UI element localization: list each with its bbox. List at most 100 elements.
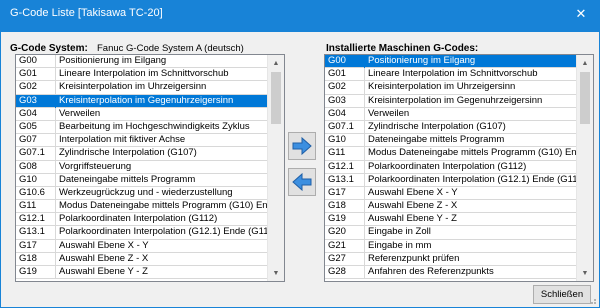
description-cell: Modus Dateneingabe mittels Programm (G10… <box>368 147 588 159</box>
list-item[interactable]: G00 Positionierung im Eilgang <box>16 55 269 69</box>
gcode-cell: G04 <box>327 107 365 121</box>
list-item[interactable]: G19 Auswahl Ebene Y - Z <box>325 213 578 227</box>
gcode-cell: G00 <box>327 55 365 68</box>
description-cell: Vorgriffsteuerung <box>59 160 132 172</box>
gcode-cell: G04 <box>18 107 56 121</box>
gcode-cell: G12.1 <box>327 160 365 174</box>
gcode-cell: G28 <box>327 266 365 279</box>
list-item[interactable]: G10 Dateneingabe mittels Programm <box>16 173 269 187</box>
description-cell: Kreisinterpolation im Gegenuhrzeigersinn <box>59 94 234 106</box>
window-title: G-Code Liste [Takisawa TC-20] <box>10 7 163 19</box>
list-item[interactable]: G01 Lineare Interpolation im Schnittvorsc… <box>325 68 578 82</box>
list-item[interactable]: G13.1 Polarkoordinaten Interpolation (G12… <box>325 173 586 187</box>
gcode-cell: G17 <box>18 239 56 253</box>
list-item[interactable]: G11 Modus Dateneingabe mittels Programm (… <box>325 147 587 161</box>
gcode-cell: G02 <box>327 81 365 95</box>
scroll-thumb[interactable] <box>271 72 281 124</box>
list-item[interactable]: G27 Referenzpunkt prüfen <box>325 252 578 266</box>
description-cell: Positionierung im Eilgang <box>59 55 167 66</box>
list-item[interactable]: G21 Eingabe in mm <box>325 239 578 253</box>
list-item[interactable]: G20 Eingabe in Zoll <box>325 226 578 240</box>
gcode-cell: G19 <box>18 266 56 279</box>
gcode-cell: G01 <box>327 68 365 82</box>
list-item[interactable]: G28 Anfahren des Referenzpunkts <box>325 266 578 280</box>
description-cell: Auswahl Ebene Y - Z <box>59 266 148 277</box>
gcode-cell: G20 <box>327 226 365 240</box>
scroll-up-icon[interactable]: ▲ <box>577 55 593 71</box>
description-cell: Polarkoordinaten Interpolation (G12.1) E… <box>368 173 586 185</box>
description-cell: Auswahl Ebene X - Y <box>368 186 458 198</box>
list-item[interactable]: G17 Auswahl Ebene X - Y <box>325 186 578 201</box>
list-item[interactable]: G13.1 Polarkoordinaten Interpolation (G12… <box>16 226 277 240</box>
list-item[interactable]: G07 Interpolation mit fiktiver Achse <box>16 134 269 148</box>
list-item[interactable]: G07.1 Zylindrische Interpolation (G107) <box>16 147 269 161</box>
list-item[interactable]: G05 Bearbeitung im Hochgeschwindigkeits Z… <box>16 120 269 135</box>
description-cell: Eingabe in mm <box>368 239 432 251</box>
scroll-down-icon[interactable]: ▼ <box>577 265 593 281</box>
left-list-scrollbar[interactable]: ▲ ▼ <box>267 55 284 281</box>
list-item[interactable]: G18 Auswahl Ebene Z - X <box>16 252 269 266</box>
list-item[interactable]: G11 Modus Dateneingabe mittels Programm (… <box>16 200 278 214</box>
description-cell: Kreisinterpolation im Uhrzeigersinn <box>368 81 516 93</box>
close-button[interactable]: Schließen <box>533 285 591 304</box>
gcode-cell: G02 <box>18 81 56 95</box>
description-cell: Bearbeitung im Hochgeschwindigkeits Zykl… <box>59 120 250 132</box>
list-item[interactable]: G19 Auswahl Ebene Y - Z <box>16 266 269 280</box>
description-cell: Polarkoordinaten Interpolation (G112) <box>59 213 218 225</box>
description-cell: Dateneingabe mittels Programm <box>59 173 196 185</box>
description-cell: Auswahl Ebene X - Y <box>59 239 149 251</box>
description-cell: Referenzpunkt prüfen <box>368 252 460 264</box>
right-list-scrollbar[interactable]: ▲ ▼ <box>576 55 593 281</box>
gcode-cell: G13.1 <box>327 173 365 187</box>
description-cell: Eingabe in Zoll <box>368 226 431 238</box>
description-cell: Positionierung im Eilgang <box>368 55 476 66</box>
description-cell: Interpolation mit fiktiver Achse <box>59 134 186 146</box>
gcode-cell: G18 <box>327 200 365 214</box>
add-gcode-button[interactable] <box>288 132 316 160</box>
close-window-button[interactable]: ✕ <box>563 1 599 26</box>
scroll-down-icon[interactable]: ▼ <box>268 265 284 281</box>
list-item[interactable]: G12.1 Polarkoordinaten Interpolation (G11… <box>325 160 578 174</box>
list-item[interactable]: G01 Lineare Interpolation im Schnittvorsc… <box>16 68 269 82</box>
list-item[interactable]: G02 Kreisinterpolation im Uhrzeigersinn <box>16 81 269 95</box>
gcode-cell: G08 <box>18 160 56 174</box>
scroll-up-icon[interactable]: ▲ <box>268 55 284 71</box>
list-item[interactable]: G04 Verweilen <box>325 107 578 121</box>
gcode-cell: G01 <box>18 68 56 82</box>
gcode-cell: G19 <box>327 213 365 227</box>
gcode-cell: G10 <box>18 173 56 187</box>
description-cell: Zylindrische Interpolation (G107) <box>59 147 197 159</box>
list-item[interactable]: G12.1 Polarkoordinaten Interpolation (G11… <box>16 213 269 227</box>
gcode-cell: G10.6 <box>18 186 56 200</box>
gcode-cell: G07 <box>18 134 56 148</box>
list-item[interactable]: G10 Dateneingabe mittels Programm <box>325 134 578 148</box>
title-bar[interactable]: G-Code Liste [Takisawa TC-20] ✕ <box>1 1 599 32</box>
list-item[interactable]: G00 Positionierung im Eilgang <box>325 55 578 69</box>
list-item[interactable]: G02 Kreisinterpolation im Uhrzeigersinn <box>325 81 578 95</box>
description-cell: Lineare Interpolation im Schnittvorschub <box>368 68 538 80</box>
gcode-cell: G12.1 <box>18 213 56 227</box>
list-item[interactable]: G03 Kreisinterpolation im Gegenuhrzeigers… <box>16 94 269 108</box>
list-item[interactable]: G10.6 Werkzeugrückzug und - wiederzustell… <box>16 186 269 201</box>
gcode-cell: G07.1 <box>18 147 56 161</box>
list-item[interactable]: G17 Auswahl Ebene X - Y <box>16 239 269 253</box>
description-cell: Auswahl Ebene Z - X <box>368 200 458 212</box>
list-item[interactable]: G03 Kreisinterpolation im Gegenuhrzeigers… <box>325 94 578 108</box>
resize-grip-icon[interactable] <box>587 295 597 305</box>
list-item[interactable]: G08 Vorgriffsteuerung <box>16 160 269 174</box>
installed-gcodes-list[interactable]: G00 Positionierung im Eilgang G01 Lineare I… <box>324 54 594 282</box>
gcode-cell: G03 <box>18 94 56 108</box>
list-item[interactable]: G18 Auswahl Ebene Z - X <box>325 200 578 214</box>
gcode-cell: G13.1 <box>18 226 56 240</box>
remove-gcode-button[interactable] <box>288 168 316 196</box>
scroll-thumb[interactable] <box>580 72 590 124</box>
gcode-system-list[interactable]: G00 Positionierung im Eilgang G01 Lineare I… <box>15 54 285 282</box>
list-item[interactable]: G07.1 Zylindrische Interpolation (G107) <box>325 120 578 135</box>
description-cell: Lineare Interpolation im Schnittvorschub <box>59 68 229 80</box>
gcode-cell: G17 <box>327 186 365 200</box>
list-item[interactable]: G04 Verweilen <box>16 107 269 121</box>
description-cell: Verweilen <box>368 107 410 119</box>
description-cell: Kreisinterpolation im Uhrzeigersinn <box>59 81 207 93</box>
description-cell: Anfahren des Referenzpunkts <box>368 266 494 277</box>
gcode-cell: G11 <box>18 200 56 214</box>
